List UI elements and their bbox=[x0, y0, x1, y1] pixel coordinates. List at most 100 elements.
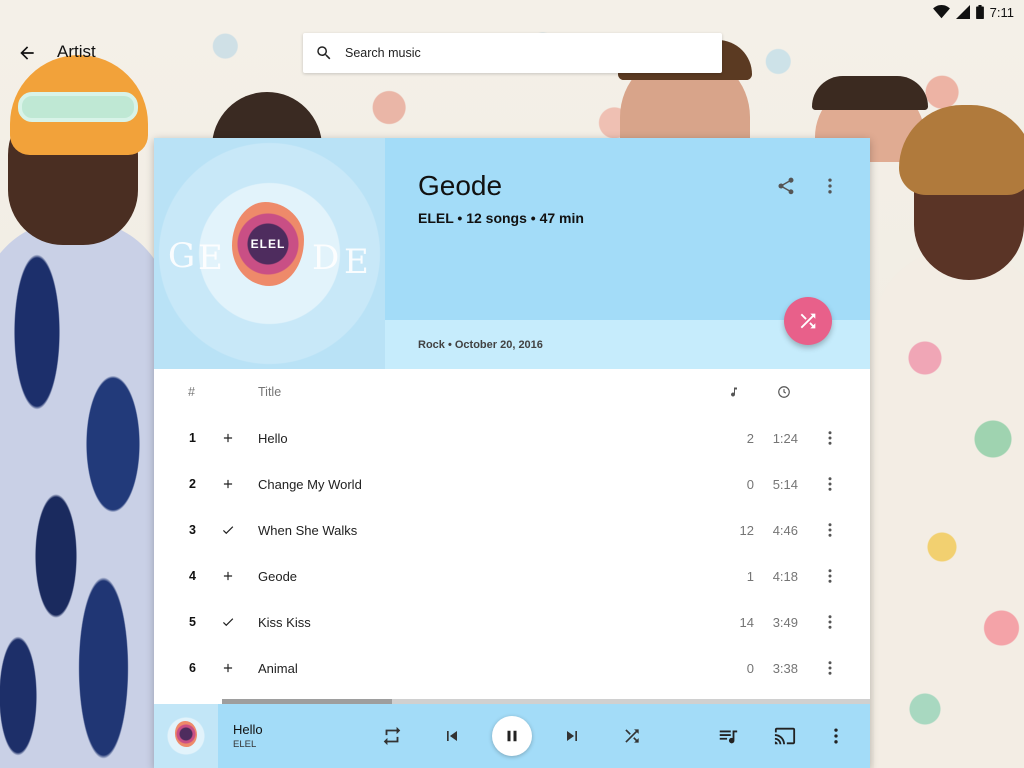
track-plays: 12 bbox=[739, 522, 754, 538]
album-more-button[interactable] bbox=[818, 174, 842, 198]
more-vert-icon bbox=[834, 728, 838, 744]
pause-button[interactable] bbox=[492, 716, 532, 756]
track-duration: 5:14 bbox=[772, 476, 798, 492]
track-plays: 0 bbox=[746, 476, 754, 492]
album-art-letter: D bbox=[312, 238, 340, 278]
track-more-button[interactable] bbox=[818, 521, 842, 539]
now-playing-bar: Hello ELEL bbox=[154, 704, 870, 768]
track-more-button[interactable] bbox=[818, 429, 842, 447]
share-icon bbox=[778, 177, 794, 195]
track-row[interactable]: 1 Hello 2 1:24 bbox=[154, 415, 870, 461]
added-track-button[interactable] bbox=[218, 523, 238, 537]
album-art-logo: ELEL bbox=[232, 202, 304, 286]
previous-button[interactable] bbox=[440, 724, 464, 748]
top-app-bar: Artist bbox=[0, 30, 1024, 74]
track-row[interactable]: 6 Animal 0 3:38 bbox=[154, 645, 870, 691]
add-track-button[interactable] bbox=[218, 477, 238, 491]
background-person bbox=[18, 92, 138, 122]
shuffle-play-fab[interactable] bbox=[784, 297, 832, 345]
repeat-button[interactable] bbox=[380, 724, 404, 748]
plus-icon bbox=[223, 479, 233, 489]
album-art: G E D E ELEL bbox=[154, 138, 385, 369]
header-title: Title bbox=[258, 385, 282, 399]
track-number: 2 bbox=[189, 477, 196, 491]
track-number: 3 bbox=[189, 523, 196, 537]
status-time: 7:11 bbox=[989, 4, 1014, 20]
added-track-button[interactable] bbox=[218, 615, 238, 629]
album-art-text: ELEL bbox=[250, 237, 286, 251]
track-title: Hello bbox=[258, 430, 288, 446]
track-row[interactable]: 3 When She Walks 12 4:46 bbox=[154, 507, 870, 553]
cast-icon bbox=[774, 727, 796, 745]
track-plays: 14 bbox=[739, 614, 754, 630]
shuffle-icon bbox=[800, 313, 816, 329]
track-title: When She Walks bbox=[258, 522, 358, 538]
track-title: Change My World bbox=[258, 476, 362, 492]
cell-signal-icon bbox=[955, 5, 970, 19]
album-info: Geode ELEL • 12 songs • 47 min bbox=[418, 170, 584, 226]
background-person bbox=[0, 220, 170, 768]
check-icon bbox=[222, 526, 234, 535]
repeat-icon bbox=[383, 726, 401, 746]
status-bar: 7:11 bbox=[0, 0, 1024, 24]
now-playing-art[interactable] bbox=[154, 704, 218, 768]
wifi-icon bbox=[932, 5, 950, 19]
now-playing-artist: ELEL bbox=[233, 739, 257, 750]
track-duration: 3:38 bbox=[772, 660, 798, 676]
album-art-letter: G bbox=[168, 236, 196, 276]
album-art-letter: E bbox=[344, 242, 369, 282]
search-input[interactable] bbox=[345, 46, 705, 60]
music-note-icon bbox=[728, 385, 740, 399]
add-track-button[interactable] bbox=[218, 569, 238, 583]
track-plays: 2 bbox=[746, 430, 754, 446]
player-more-button[interactable] bbox=[824, 724, 848, 748]
track-title: Animal bbox=[258, 660, 298, 676]
more-vert-icon bbox=[828, 178, 832, 194]
track-more-button[interactable] bbox=[818, 659, 842, 677]
arrow-back-icon bbox=[20, 46, 34, 60]
track-row[interactable]: 5 Kiss Kiss 14 3:49 bbox=[154, 599, 870, 645]
skip-previous-icon bbox=[447, 731, 457, 741]
track-row[interactable]: 4 Geode 1 4:18 bbox=[154, 553, 870, 599]
now-playing-title[interactable]: Hello bbox=[233, 722, 263, 737]
track-duration: 3:49 bbox=[772, 614, 798, 630]
back-button[interactable] bbox=[12, 38, 42, 68]
shuffle-button[interactable] bbox=[620, 724, 644, 748]
share-button[interactable] bbox=[774, 174, 798, 198]
more-vert-icon bbox=[828, 477, 832, 491]
track-row[interactable]: 2 Change My World 0 5:14 bbox=[154, 461, 870, 507]
page-title: Artist bbox=[57, 42, 96, 61]
queue-button[interactable] bbox=[716, 724, 740, 748]
search-icon bbox=[315, 43, 335, 63]
track-more-button[interactable] bbox=[818, 613, 842, 631]
more-vert-icon bbox=[828, 569, 832, 583]
search-bar[interactable] bbox=[303, 33, 722, 73]
cast-button[interactable] bbox=[773, 724, 797, 748]
track-number: 4 bbox=[189, 569, 196, 583]
queue-music-icon bbox=[719, 730, 738, 744]
background-person bbox=[874, 250, 1024, 768]
plus-icon bbox=[223, 433, 233, 443]
track-more-button[interactable] bbox=[818, 567, 842, 585]
album-header: G E D E ELEL Geode ELEL • 12 songs • 47 … bbox=[154, 138, 870, 369]
check-icon bbox=[222, 618, 234, 627]
album-actions bbox=[774, 174, 842, 198]
more-vert-icon bbox=[828, 431, 832, 445]
track-title: Kiss Kiss bbox=[258, 614, 311, 630]
next-button[interactable] bbox=[560, 724, 584, 748]
pause-icon bbox=[507, 730, 517, 742]
clock-icon bbox=[776, 385, 792, 399]
now-playing-art-logo bbox=[175, 721, 197, 747]
battery-icon bbox=[975, 5, 984, 19]
track-more-button[interactable] bbox=[818, 475, 842, 493]
track-plays: 1 bbox=[746, 568, 754, 584]
add-track-button[interactable] bbox=[218, 431, 238, 445]
track-duration: 1:24 bbox=[772, 430, 798, 446]
album-art-letter: E bbox=[198, 238, 223, 278]
plus-icon bbox=[223, 571, 233, 581]
more-vert-icon bbox=[828, 615, 832, 629]
more-vert-icon bbox=[828, 661, 832, 675]
add-track-button[interactable] bbox=[218, 661, 238, 675]
track-duration: 4:18 bbox=[772, 568, 798, 584]
shuffle-icon bbox=[625, 729, 639, 743]
